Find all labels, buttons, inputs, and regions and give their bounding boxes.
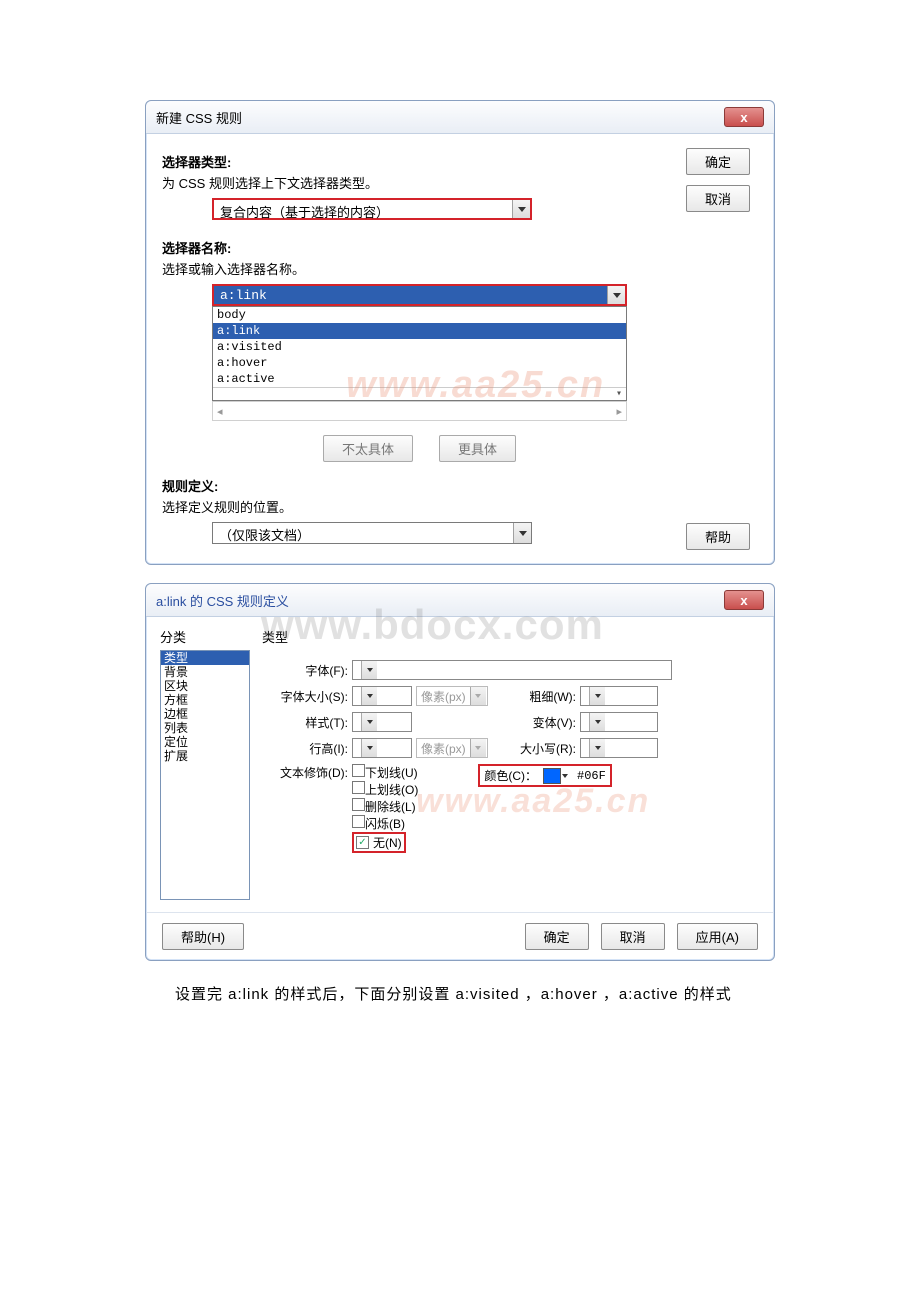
- dialog-body: www.bdocx.com www.aa25.cn 分类 类型 背景 区块 方框…: [146, 617, 774, 912]
- style-dropdown[interactable]: [352, 712, 412, 732]
- case-label: 大小写(R):: [518, 740, 580, 757]
- rule-def-dropdown[interactable]: （仅限该文档）: [212, 522, 532, 544]
- font-dropdown[interactable]: [352, 660, 672, 680]
- more-specific-button[interactable]: 更具体: [439, 435, 516, 462]
- line-height-dropdown[interactable]: [352, 738, 412, 758]
- sidebar-label: 分类: [160, 627, 250, 646]
- font-size-dropdown[interactable]: [352, 686, 412, 706]
- line-height-label: 行高(I):: [262, 740, 352, 757]
- help-button[interactable]: 帮助(H): [162, 923, 244, 950]
- selector-type-value: 复合内容（基于选择的内容）: [214, 200, 512, 218]
- color-value[interactable]: #06F: [577, 769, 606, 783]
- rule-def-label: 规则定义:: [162, 476, 758, 495]
- underline-label: 下划线(U): [365, 766, 418, 780]
- line-height-unit-dropdown[interactable]: 像素(px): [416, 738, 488, 758]
- cancel-button[interactable]: 取消: [601, 923, 665, 950]
- category-list[interactable]: 类型 背景 区块 方框 边框 列表 定位 扩展: [160, 650, 250, 900]
- overline-checkbox[interactable]: [352, 781, 365, 794]
- list-item[interactable]: body: [213, 307, 626, 323]
- dialog-body: www.aa25.cn 确定 取消 选择器类型: 为 CSS 规则选择上下文选择…: [146, 134, 774, 564]
- ok-button[interactable]: 确定: [525, 923, 589, 950]
- sidebar-item-extend[interactable]: 扩展: [161, 749, 249, 763]
- close-button[interactable]: x: [724, 107, 764, 127]
- titlebar: 新建 CSS 规则 x: [146, 101, 774, 134]
- chevron-down-icon: [589, 687, 605, 705]
- rule-def-desc: 选择定义规则的位置。: [162, 497, 758, 516]
- font-label: 字体(F):: [262, 662, 352, 679]
- content-heading: 类型: [262, 627, 760, 646]
- category-sidebar: 分类 类型 背景 区块 方框 边框 列表 定位 扩展: [160, 627, 250, 900]
- style-label: 样式(T):: [262, 714, 352, 731]
- none-checkbox[interactable]: ✓: [356, 836, 369, 849]
- caption-text: 设置完 a:link 的样式后，下面分别设置 a:visited ，a:hove…: [145, 983, 775, 1004]
- selector-name-combobox[interactable]: a:link: [212, 284, 627, 306]
- chevron-down-icon: [607, 286, 625, 304]
- chevron-down-icon: [589, 739, 605, 757]
- weight-dropdown[interactable]: [580, 686, 658, 706]
- blink-checkbox[interactable]: [352, 815, 365, 828]
- underline-checkbox[interactable]: [352, 764, 365, 777]
- scroll-right-icon[interactable]: ▸: [616, 405, 622, 418]
- sidebar-item-box[interactable]: 方框: [161, 693, 249, 707]
- chevron-down-icon: [361, 739, 377, 757]
- help-button[interactable]: 帮助: [686, 523, 750, 550]
- ok-button[interactable]: 确定: [686, 148, 750, 175]
- selector-name-value: a:link: [214, 286, 607, 304]
- scroll-down-icon[interactable]: ▾: [213, 387, 626, 400]
- content-area: 类型 字体(F): 字体大小(S): 像素(px) 粗细(W): 样式(T):: [262, 627, 760, 900]
- horizontal-scrollbar[interactable]: ◂ ▸: [212, 401, 627, 421]
- color-row: 颜色(C)： #06F: [478, 764, 611, 787]
- css-rule-definition-dialog: a:link 的 CSS 规则定义 x www.bdocx.com www.aa…: [145, 583, 775, 961]
- blink-label: 闪烁(B): [365, 817, 405, 831]
- selector-name-label: 选择器名称:: [162, 238, 758, 257]
- overline-label: 上划线(O): [365, 783, 418, 797]
- color-swatch[interactable]: [543, 768, 561, 784]
- decoration-label: 文本修饰(D):: [262, 764, 352, 781]
- none-label: 无(N): [373, 834, 402, 851]
- dialog-title: 新建 CSS 规则: [156, 108, 242, 127]
- less-specific-button[interactable]: 不太具体: [323, 435, 413, 462]
- chevron-down-icon: [361, 713, 377, 731]
- sidebar-item-list[interactable]: 列表: [161, 721, 249, 735]
- sidebar-item-block[interactable]: 区块: [161, 679, 249, 693]
- sidebar-item-position[interactable]: 定位: [161, 735, 249, 749]
- variant-label: 变体(V):: [518, 714, 580, 731]
- chevron-down-icon: [470, 687, 486, 705]
- font-size-label: 字体大小(S):: [262, 688, 352, 705]
- chevron-down-icon: [512, 200, 530, 218]
- list-item[interactable]: a:visited: [213, 339, 626, 355]
- scroll-left-icon[interactable]: ◂: [217, 405, 223, 418]
- strikethrough-checkbox[interactable]: [352, 798, 365, 811]
- sidebar-item-background[interactable]: 背景: [161, 665, 249, 679]
- selector-name-desc: 选择或输入选择器名称。: [162, 259, 758, 278]
- chevron-down-icon: [470, 739, 486, 757]
- apply-button[interactable]: 应用(A): [677, 923, 758, 950]
- strikethrough-label: 删除线(L): [365, 800, 416, 814]
- variant-dropdown[interactable]: [580, 712, 658, 732]
- dialog-title: a:link 的 CSS 规则定义: [156, 591, 289, 610]
- new-css-rule-dialog: 新建 CSS 规则 x www.aa25.cn 确定 取消 选择器类型: 为 C…: [145, 100, 775, 565]
- chevron-down-icon: [513, 523, 531, 543]
- list-item[interactable]: a:active: [213, 371, 626, 387]
- cancel-button[interactable]: 取消: [686, 185, 750, 212]
- chevron-down-icon: [361, 687, 377, 705]
- color-label: 颜色(C)：: [484, 767, 537, 784]
- selector-type-label: 选择器类型:: [162, 152, 758, 171]
- list-item[interactable]: a:hover: [213, 355, 626, 371]
- list-item[interactable]: a:link: [213, 323, 626, 339]
- selector-type-dropdown[interactable]: 复合内容（基于选择的内容）: [212, 198, 532, 220]
- selector-type-desc: 为 CSS 规则选择上下文选择器类型。: [162, 173, 758, 192]
- chevron-down-icon: [361, 661, 377, 679]
- selector-name-listbox[interactable]: body a:link a:visited a:hover a:active ▾: [212, 306, 627, 401]
- chevron-down-icon: [589, 713, 605, 731]
- sidebar-item-border[interactable]: 边框: [161, 707, 249, 721]
- dialog-footer: 帮助(H) 确定 取消 应用(A): [146, 912, 774, 960]
- sidebar-item-type[interactable]: 类型: [161, 651, 249, 665]
- titlebar: a:link 的 CSS 规则定义 x: [146, 584, 774, 617]
- rule-def-value: （仅限该文档）: [213, 523, 513, 543]
- font-size-unit-dropdown[interactable]: 像素(px): [416, 686, 488, 706]
- case-dropdown[interactable]: [580, 738, 658, 758]
- weight-label: 粗细(W):: [518, 688, 580, 705]
- close-button[interactable]: x: [724, 590, 764, 610]
